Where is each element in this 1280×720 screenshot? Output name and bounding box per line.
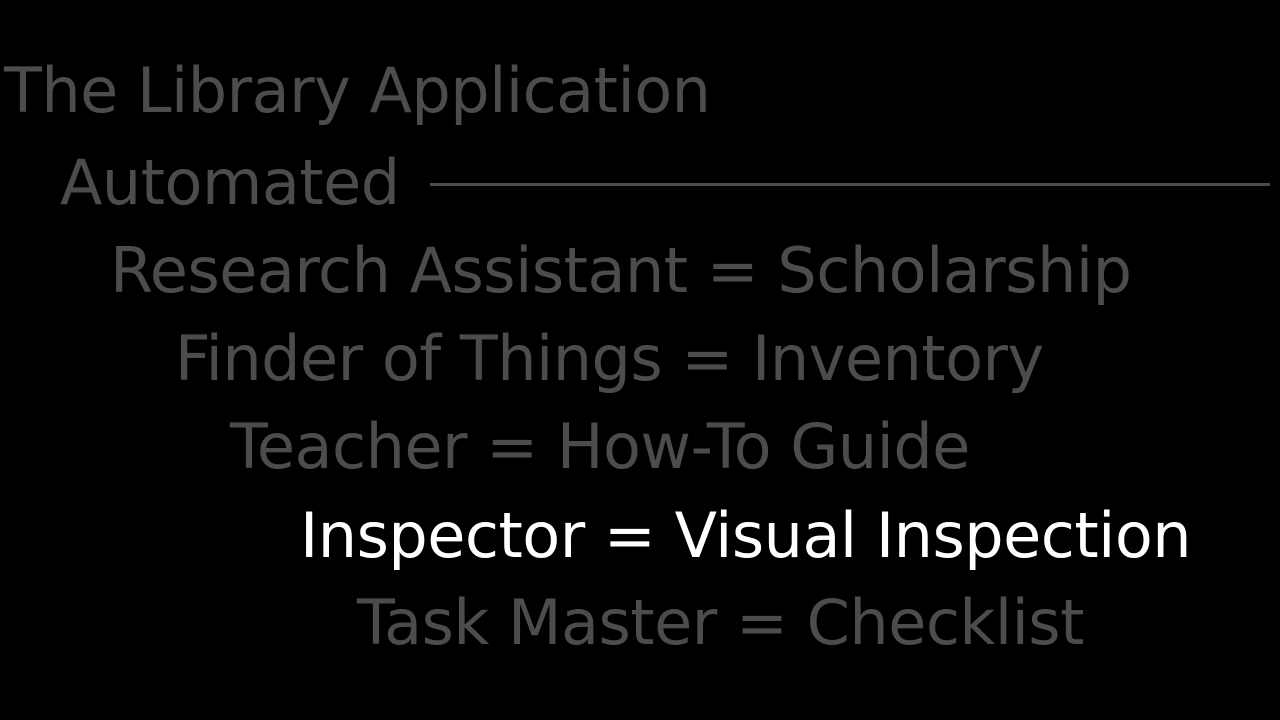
divider-line [430,183,1270,186]
list-item-teacher: Teacher = How-To Guide [230,410,970,483]
list-item-task-master: Task Master = Checklist [357,586,1084,659]
slide-subtitle: Automated [60,146,400,219]
slide-title: The Library Application [4,54,711,127]
list-item-inspector: Inspector = Visual Inspection [300,499,1192,572]
list-item-finder-of-things: Finder of Things = Inventory [175,322,1044,395]
list-item-research-assistant: Research Assistant = Scholarship [110,234,1132,307]
